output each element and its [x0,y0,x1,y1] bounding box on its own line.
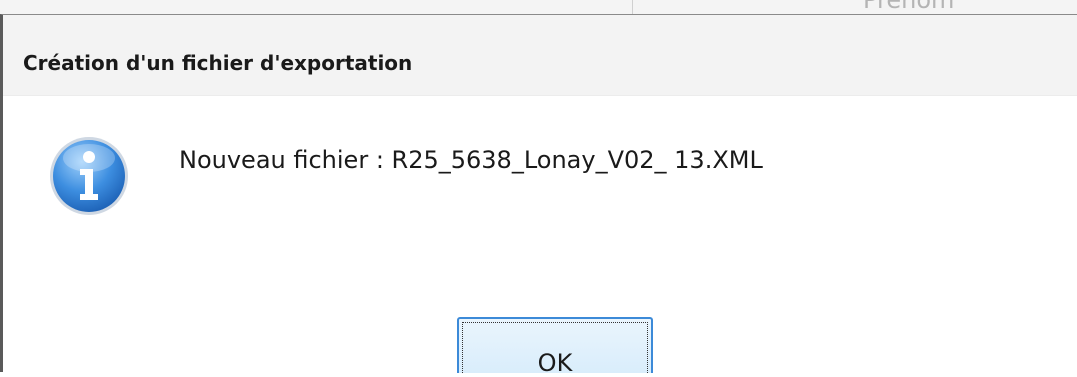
background-window-strip: Prénom [0,0,1077,14]
ok-button[interactable]: OK [457,317,653,377]
background-field-label: Prénom [863,0,955,14]
dialog-titlebar[interactable]: Création d'un fichier d'exportation [3,15,1077,96]
column-divider [632,0,633,14]
message-dialog: Création d'un fichier d'exportation Nouv… [0,14,1077,377]
dialog-title: Création d'un fichier d'exportation [23,51,413,75]
dialog-message: Nouveau fichier : R25_5638_Lonay_V02_ 13… [179,146,763,174]
ok-button-label: OK [537,349,573,377]
info-icon [50,137,128,215]
